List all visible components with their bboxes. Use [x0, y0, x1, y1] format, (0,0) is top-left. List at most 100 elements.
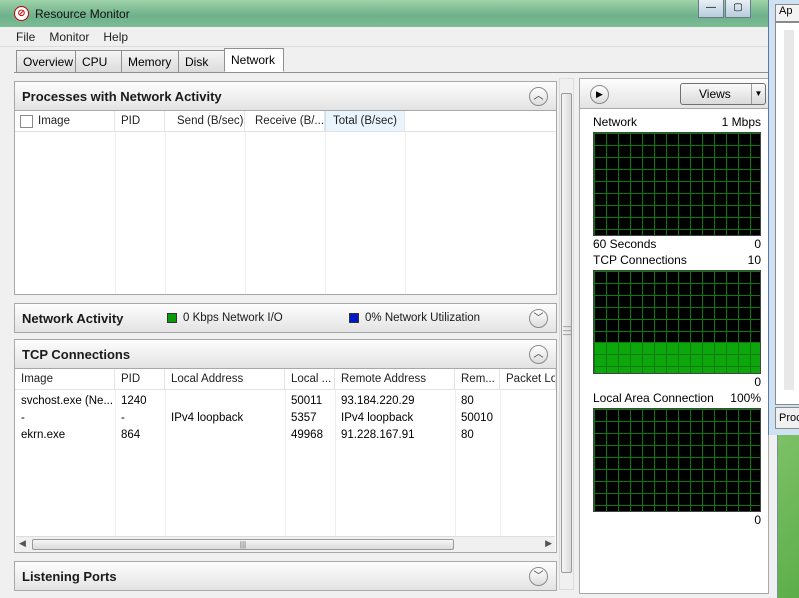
column-image[interactable]: Image: [15, 369, 115, 389]
column-local-port[interactable]: Local ...: [285, 369, 335, 389]
column-divider: [285, 390, 286, 552]
scroll-right-arrow-icon[interactable]: ▶: [545, 538, 552, 549]
column-divider: [455, 390, 456, 552]
cell-remote-address: 91.228.167.91: [341, 428, 415, 441]
background-window-scrollbar: [784, 30, 794, 390]
horizontal-scroll-thumb[interactable]: |||: [32, 539, 454, 550]
network-graph-title: Network: [593, 115, 638, 129]
column-divider: [405, 132, 406, 294]
tab-disk[interactable]: Disk: [178, 50, 225, 72]
select-all-checkbox[interactable]: [20, 114, 33, 128]
menu-monitor[interactable]: Monitor: [49, 30, 89, 44]
tab-strip: Overview CPU Memory Disk Network: [16, 48, 284, 72]
network-io-label: 0 Kbps Network I/O: [183, 312, 283, 324]
column-image[interactable]: Image: [15, 111, 115, 131]
network-utilization-swatch: [349, 313, 359, 323]
maximize-button[interactable]: ▢: [725, 0, 751, 18]
scroll-left-arrow-icon[interactable]: ◀: [19, 538, 26, 549]
views-dropdown-icon[interactable]: ▼: [751, 84, 765, 104]
listening-ports-section-header[interactable]: Listening Ports ﹀: [14, 561, 557, 591]
background-window-tab[interactable]: Ap: [775, 4, 799, 22]
cell-remote-port: 80: [461, 428, 474, 441]
collapse-pane-arrow-icon[interactable]: ▶: [590, 85, 609, 104]
lan-graph-title: Local Area Connection: [593, 391, 714, 405]
expand-chevron-down-icon[interactable]: ﹀: [529, 309, 548, 328]
window-title: Resource Monitor: [35, 6, 130, 21]
expand-chevron-down-icon[interactable]: ﹀: [529, 567, 548, 586]
cell-remote-address: IPv4 loopback: [341, 411, 414, 424]
minimize-button[interactable]: —: [698, 0, 724, 18]
column-divider: [115, 390, 116, 552]
resource-monitor-window: ⊘ Resource Monitor — ▢ File Monitor Help…: [0, 0, 778, 598]
collapse-chevron-up-icon[interactable]: ︿: [529, 345, 548, 364]
column-divider: [335, 390, 336, 552]
tcp-graph-footer: 0: [593, 375, 761, 389]
cell-image: ekrn.exe: [21, 428, 66, 441]
processes-grid: Image PID Send (B/sec) Receive (B/... To…: [14, 111, 557, 295]
tab-network[interactable]: Network: [224, 48, 284, 72]
listening-ports-title: Listening Ports: [22, 568, 117, 584]
tcp-horizontal-scrollbar[interactable]: ◀ ||| ▶: [16, 536, 555, 552]
cell-pid: -: [121, 411, 125, 424]
network-graph-header: Network 1 Mbps: [593, 115, 761, 129]
scroll-grip-icon: — — —: [563, 322, 571, 339]
network-graph-footer: 60 Seconds 0: [593, 237, 761, 251]
processes-column-headers: Image PID Send (B/sec) Receive (B/... To…: [15, 111, 556, 132]
processes-section-title: Processes with Network Activity: [22, 88, 222, 104]
column-pid[interactable]: PID: [115, 369, 165, 389]
cell-local-port: 5357: [291, 411, 317, 424]
cell-image: -: [21, 411, 25, 424]
tcp-graph: [593, 270, 761, 374]
cell-pid: 1240: [121, 394, 147, 407]
tab-cpu[interactable]: CPU: [75, 50, 122, 72]
column-total-sorted[interactable]: Total (B/sec): [325, 111, 405, 131]
left-pane: Processes with Network Activity ︿ Image …: [14, 78, 557, 594]
views-button[interactable]: Views ▼: [680, 83, 766, 105]
column-pid[interactable]: PID: [115, 111, 165, 131]
tcp-graph-fill: [594, 342, 760, 373]
tcp-section-title: TCP Connections: [22, 346, 131, 362]
network-activity-title: Network Activity: [22, 310, 124, 326]
lan-graph-min: 0: [754, 513, 761, 527]
tcp-column-headers: Image PID Local Address Local ... Remote…: [15, 369, 556, 390]
tcp-graph-max: 10: [747, 253, 761, 267]
background-window[interactable]: Ap Proc: [768, 0, 799, 435]
left-pane-vertical-scrollbar[interactable]: — — —: [559, 78, 574, 590]
network-io-swatch: [167, 313, 177, 323]
title-bar[interactable]: ⊘ Resource Monitor — ▢: [0, 0, 777, 27]
menu-file[interactable]: File: [16, 30, 35, 44]
resource-monitor-icon: ⊘: [14, 6, 29, 21]
background-window-processes-tab[interactable]: Proc: [775, 407, 799, 429]
right-pane: ▶ Views ▼ Network 1 Mbps 60 Seconds 0 TC…: [579, 78, 769, 594]
network-io-legend: 0 Kbps Network I/O: [167, 312, 283, 324]
cell-local-port: 50011: [291, 394, 323, 407]
column-local-address[interactable]: Local Address: [165, 369, 285, 389]
lan-graph: [593, 408, 761, 512]
cell-local-port: 49968: [291, 428, 323, 441]
collapse-chevron-up-icon[interactable]: ︿: [529, 87, 548, 106]
graph-pane-header: ▶ Views ▼: [580, 79, 768, 109]
cell-remote-port: 80: [461, 394, 474, 407]
tcp-section-header[interactable]: TCP Connections ︿: [14, 339, 557, 369]
column-send[interactable]: Send (B/sec): [165, 111, 245, 131]
column-receive[interactable]: Receive (B/...: [245, 111, 325, 131]
cell-local-address: IPv4 loopback: [171, 411, 244, 424]
network-graph-min: 0: [754, 237, 761, 251]
lan-graph-max: 100%: [730, 391, 761, 405]
menu-help[interactable]: Help: [103, 30, 128, 44]
processes-section-header[interactable]: Processes with Network Activity ︿: [14, 81, 557, 111]
column-divider: [245, 132, 246, 294]
tab-overview[interactable]: Overview: [16, 50, 76, 72]
lan-graph-footer: 0: [593, 513, 761, 527]
lan-graph-header: Local Area Connection 100%: [593, 391, 761, 405]
column-divider: [165, 132, 166, 294]
column-remote-address[interactable]: Remote Address: [335, 369, 455, 389]
column-remote-port[interactable]: Rem...: [455, 369, 500, 389]
cell-pid: 864: [121, 428, 141, 441]
tab-memory[interactable]: Memory: [121, 50, 179, 72]
views-label: Views: [699, 87, 731, 101]
menu-bar: File Monitor Help: [0, 27, 777, 47]
tcp-grid: Image PID Local Address Local ... Remote…: [14, 369, 557, 553]
network-activity-section-header[interactable]: Network Activity 0 Kbps Network I/O 0% N…: [14, 303, 557, 333]
column-packet-loss[interactable]: Packet Lo: [500, 369, 556, 389]
